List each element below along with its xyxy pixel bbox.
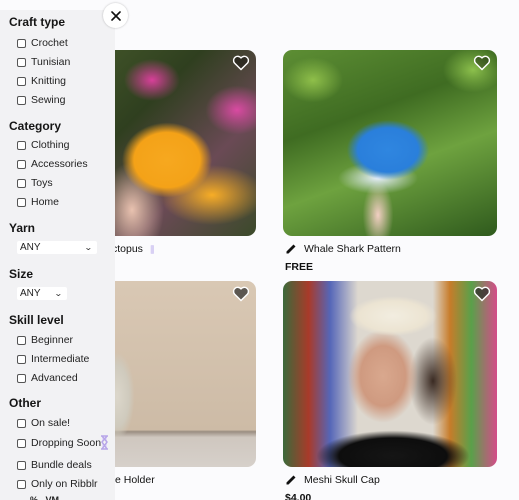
checkbox[interactable] [17, 76, 26, 86]
checkbox[interactable] [17, 418, 26, 428]
chevron-down-icon: ⌄ [84, 243, 94, 252]
option-label: Advanced [31, 372, 78, 384]
filter-section-title: Craft type [9, 15, 66, 29]
filter-option-dropping-soon[interactable]: Dropping Soon [17, 437, 101, 449]
product-image[interactable] [283, 50, 497, 236]
filter-option-sewing[interactable]: Sewing [17, 94, 65, 106]
cut-off-text: % VM [30, 495, 60, 500]
option-label: Intermediate [31, 353, 90, 365]
option-label: Tunisian [31, 56, 71, 68]
hourglass-sticker-icon [101, 435, 108, 450]
filter-option-clothing[interactable]: Clothing [17, 139, 70, 151]
product-title[interactable]: Meshi Skull Cap [304, 474, 380, 486]
select-value: ANY [20, 242, 41, 253]
favorite-heart-icon[interactable] [232, 286, 250, 302]
product-price: FREE [285, 261, 314, 273]
option-label: Only on Ribblr [31, 478, 98, 490]
option-label: Accessories [31, 158, 88, 170]
option-label: Sewing [31, 94, 66, 106]
checkbox[interactable] [17, 479, 26, 489]
product-title[interactable]: ctopus [112, 243, 143, 255]
checkbox[interactable] [17, 354, 26, 364]
option-label: Crochet [31, 37, 68, 49]
select-value: ANY [20, 288, 41, 299]
option-label: Clothing [31, 139, 70, 151]
filter-option-knitting[interactable]: Knitting [17, 75, 66, 87]
checkbox[interactable] [17, 373, 26, 383]
filter-option-tunisian[interactable]: Tunisian [17, 56, 70, 68]
chevron-down-icon: ⌄ [54, 289, 64, 298]
yarn-select[interactable]: ANY ⌄ [17, 241, 97, 254]
filter-option-advanced[interactable]: Advanced [17, 372, 78, 384]
checkbox[interactable] [17, 38, 26, 48]
option-label: On sale! [31, 417, 71, 429]
favorite-heart-icon[interactable] [473, 286, 491, 302]
filter-section-title: Category [9, 119, 62, 133]
option-label: Home [31, 196, 60, 208]
close-icon [110, 10, 121, 21]
sticker-icon [150, 244, 154, 254]
pattern-pen-icon [286, 475, 296, 485]
option-label: Dropping Soon [31, 437, 102, 449]
filter-section-title: Yarn [9, 221, 36, 235]
product-title[interactable]: Whale Shark Pattern [304, 243, 401, 255]
favorite-heart-icon[interactable] [232, 55, 250, 71]
filter-section-title: Size [9, 267, 34, 281]
option-label: Bundle deals [31, 459, 92, 471]
filter-sidebar: Craft type Crochet Tunisian Knitting Sew… [0, 10, 115, 500]
option-label: Beginner [31, 334, 74, 346]
pattern-pen-icon [286, 244, 296, 254]
option-label: Toys [31, 177, 53, 189]
checkbox[interactable] [17, 335, 26, 345]
filter-section-title: Other [9, 396, 42, 410]
product-price: $4.00 [285, 492, 312, 500]
option-label: Knitting [31, 75, 67, 87]
filter-option-bundle-deals[interactable]: Bundle deals [17, 459, 92, 471]
checkbox[interactable] [17, 95, 26, 105]
checkbox[interactable] [17, 438, 26, 448]
filter-option-accessories[interactable]: Accessories [17, 158, 88, 170]
filter-option-beginner[interactable]: Beginner [17, 334, 73, 346]
filter-option-intermediate[interactable]: Intermediate [17, 353, 89, 365]
size-select[interactable]: ANY ⌄ [17, 287, 67, 300]
checkbox[interactable] [17, 159, 26, 169]
checkbox[interactable] [17, 57, 26, 67]
filter-option-on-sale[interactable]: On sale! [17, 417, 70, 429]
close-filters-button[interactable] [103, 3, 128, 28]
favorite-heart-icon[interactable] [473, 55, 491, 71]
checkbox[interactable] [17, 140, 26, 150]
filter-option-toys[interactable]: Toys [17, 177, 53, 189]
checkbox[interactable] [17, 460, 26, 470]
filter-option-crochet[interactable]: Crochet [17, 37, 68, 49]
checkbox[interactable] [17, 178, 26, 188]
product-title[interactable]: e Holder [115, 474, 155, 486]
checkbox[interactable] [17, 197, 26, 207]
product-image[interactable] [283, 281, 497, 467]
filter-option-home[interactable]: Home [17, 196, 59, 208]
filter-option-only-on-ribblr[interactable]: Only on Ribblr [17, 478, 98, 490]
filter-section-title: Skill level [9, 313, 64, 327]
